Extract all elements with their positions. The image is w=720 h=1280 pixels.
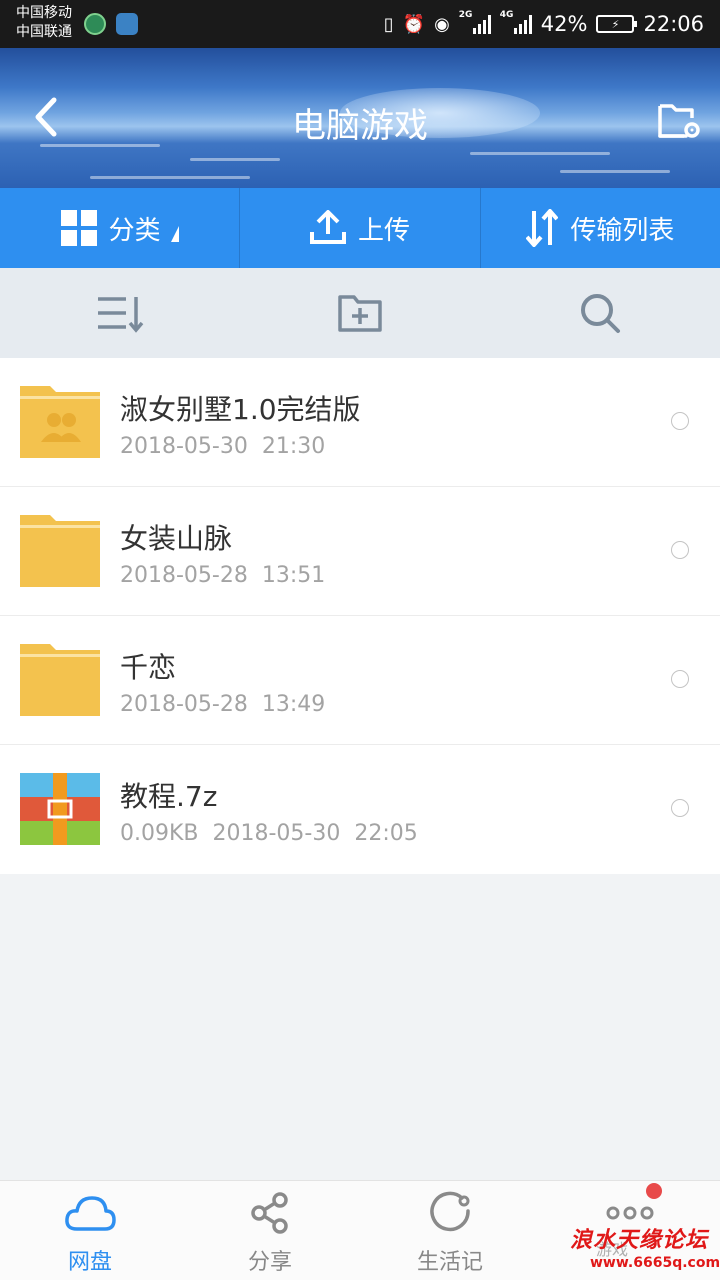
- file-list: 淑女别墅1.0完结版 2018-05-30 21:30 女装山脉 2018-05…: [0, 358, 720, 874]
- transfer-arrows-icon: [526, 209, 559, 247]
- banner-wave: [560, 170, 670, 173]
- sort-button[interactable]: [0, 268, 240, 358]
- alarm-icon: ⏰: [402, 13, 426, 35]
- select-radio[interactable]: [671, 670, 689, 688]
- battery-percent: 42%: [540, 12, 588, 36]
- grid-icon: [60, 210, 97, 246]
- sort-icon: [98, 297, 144, 333]
- file-row[interactable]: 千恋 2018-05-28 13:49: [0, 616, 720, 745]
- share-icon: [240, 1191, 300, 1235]
- notification-badge: [646, 1183, 662, 1199]
- search-icon: [581, 294, 620, 333]
- action-bar: [0, 268, 720, 358]
- file-meta: 0.09KB 2018-05-30 22:05: [120, 821, 418, 846]
- banner-wave: [190, 158, 280, 161]
- life-diary-icon: [420, 1191, 480, 1235]
- nav-netdisk[interactable]: 网盘: [0, 1181, 180, 1280]
- transfer-list-label: 传输列表: [570, 215, 675, 246]
- select-radio[interactable]: [671, 799, 689, 817]
- file-name: 淑女别墅1.0完结版: [120, 393, 361, 426]
- cloud-icon: [60, 1191, 120, 1235]
- app-notification-icon: [84, 13, 106, 35]
- status-indicators: ▯ ⏰ ◉ 2G 4G 42% ⚡ 22:06: [384, 0, 704, 48]
- search-button[interactable]: [480, 268, 720, 358]
- clock: 22:06: [643, 12, 704, 36]
- file-name: 千恋: [120, 651, 177, 684]
- status-bar: 中国移动 中国联通 ▯ ⏰ ◉ 2G 4G 42% ⚡ 22:06: [0, 0, 720, 48]
- eye-icon: ◉: [434, 13, 450, 35]
- main-toolbar: 分类 上传 传输列表: [0, 188, 720, 268]
- banner-wave: [90, 176, 250, 179]
- transfer-list-button[interactable]: 传输列表: [481, 188, 720, 268]
- file-row[interactable]: 女装山脉 2018-05-28 13:51: [0, 487, 720, 616]
- select-radio[interactable]: [671, 541, 689, 559]
- notification-icons: [84, 13, 138, 35]
- new-folder-button[interactable]: [240, 268, 480, 358]
- nav-label: 生活记: [416, 1250, 483, 1275]
- app-notification-icon: [116, 13, 138, 35]
- nav-life-diary[interactable]: 生活记: [360, 1181, 540, 1280]
- watermark-url: www.6665q.com: [590, 1255, 720, 1271]
- file-meta: 2018-05-28 13:49: [120, 692, 326, 717]
- vibrate-icon: ▯: [383, 13, 394, 35]
- file-meta: 2018-05-30 21:30: [120, 434, 326, 459]
- page-title: 电脑游戏: [292, 106, 428, 146]
- nav-share[interactable]: 分享: [180, 1181, 360, 1280]
- watermark: 游戏 浪水天缘论坛 www.6665q.com: [566, 1222, 720, 1276]
- network-type-label: 4G: [499, 10, 514, 20]
- file-row[interactable]: 淑女别墅1.0完结版 2018-05-30 21:30: [0, 358, 720, 487]
- signal-4g-icon: 4G: [500, 10, 532, 34]
- dropdown-caret-icon: [170, 226, 179, 242]
- carrier-2: 中国联通: [16, 24, 72, 40]
- folder-settings-button[interactable]: [656, 96, 702, 142]
- file-name: 女装山脉: [120, 522, 233, 555]
- watermark-brand: 浪水天缘论坛: [570, 1227, 709, 1253]
- upload-label: 上传: [357, 215, 410, 246]
- category-label: 分类: [108, 215, 161, 246]
- folder-settings-icon: [658, 104, 700, 138]
- banner-wave: [470, 152, 610, 155]
- category-button[interactable]: 分类: [0, 188, 241, 268]
- nav-label: 网盘: [67, 1250, 112, 1275]
- file-name: 教程.7z: [120, 780, 218, 813]
- nav-label: 分享: [247, 1250, 292, 1275]
- carrier-1: 中国移动: [16, 5, 72, 21]
- folder-icon: [20, 644, 100, 716]
- folder-icon: [20, 515, 100, 587]
- select-radio[interactable]: [671, 412, 689, 430]
- carrier-info: 中国移动 中国联通: [16, 4, 72, 42]
- battery-icon: ⚡: [596, 15, 638, 33]
- network-type-label: 2G: [458, 10, 473, 20]
- file-meta: 2018-05-28 13:51: [120, 563, 326, 588]
- file-row[interactable]: 教程.7z 0.09KB 2018-05-30 22:05: [0, 745, 720, 874]
- archive-icon: [20, 773, 100, 845]
- upload-button[interactable]: 上传: [240, 188, 481, 268]
- header-banner: 电脑游戏: [0, 48, 720, 188]
- signal-2g-icon: 2G: [459, 10, 491, 34]
- upload-icon: [309, 210, 346, 244]
- shared-folder-icon: [20, 386, 100, 458]
- new-folder-icon: [338, 295, 382, 332]
